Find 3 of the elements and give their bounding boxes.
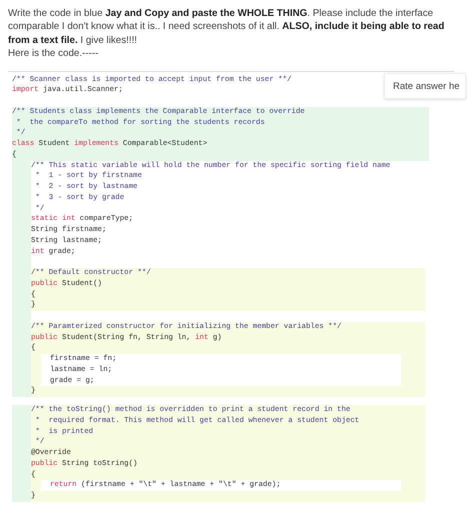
question-text: Write the code in blue Jay and Copy and paste the WHOLE THING. Please include the interface comparable I don't know what it is.. I need screenshots of it all. ALSO, include it being able to read from a text file. I give likes!!!! bbox=[8, 7, 446, 48]
question-note: Here is the code.----- bbox=[8, 47, 100, 61]
rate-answer-panel[interactable]: Rate answer he bbox=[384, 72, 466, 99]
